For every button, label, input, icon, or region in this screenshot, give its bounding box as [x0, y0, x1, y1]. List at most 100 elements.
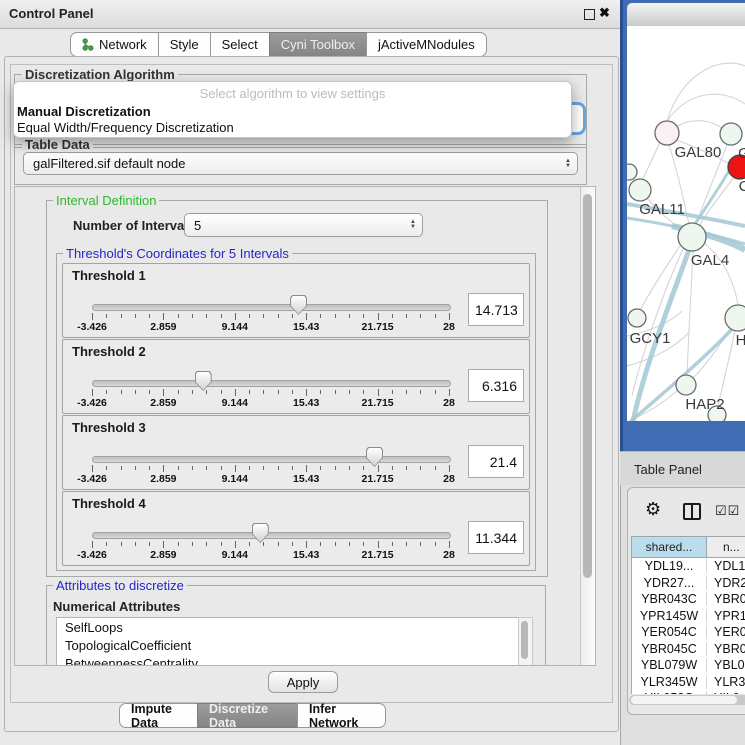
column-header-shared[interactable]: shared... — [631, 536, 707, 558]
apply-button[interactable]: Apply — [268, 671, 338, 693]
slider-tick — [149, 542, 150, 546]
tab-cyni-toolbox[interactable]: Cyni Toolbox — [269, 32, 367, 57]
table-cell: YBR043C — [632, 592, 707, 606]
popup-option-equal-width-frequency[interactable]: Equal Width/Frequency Discretization — [17, 120, 234, 135]
list-item-selfloops[interactable]: SelfLoops — [57, 618, 518, 636]
threshold-4-slider-thumb[interactable] — [252, 523, 269, 543]
numerical-attributes-list[interactable]: SelfLoops TopologicalCoefficient Between… — [56, 617, 519, 666]
table-row[interactable]: YPR145WYPR1 — [632, 608, 745, 625]
node-label-gal11: GAL11 — [639, 201, 685, 218]
slider-tick — [92, 313, 93, 320]
threshold-1-value-input[interactable] — [468, 293, 524, 326]
node-hap2[interactable] — [676, 375, 696, 395]
node-g[interactable] — [720, 123, 742, 145]
threshold-1-slider-track[interactable] — [92, 304, 451, 311]
gear-icon[interactable]: ⚙ — [645, 500, 661, 518]
table-row[interactable]: YIL052CYIL0 — [632, 690, 745, 694]
table-data-combo[interactable]: galFiltered.sif default node ▲▼ — [23, 152, 578, 175]
checkbox-icons[interactable]: ☑☑ — [715, 503, 740, 519]
threshold-3-label: Threshold 3 — [72, 420, 146, 435]
table-row[interactable]: YER054CYER0 — [632, 624, 745, 641]
node-h[interactable] — [725, 305, 745, 331]
table-row[interactable]: YDR27...YDR2 — [632, 575, 745, 592]
tab-style[interactable]: Style — [158, 32, 211, 57]
slider-tick — [192, 314, 193, 318]
slider-tick — [320, 390, 321, 394]
threshold-3-slider-thumb[interactable] — [366, 447, 383, 467]
attributes-list-scrollbar[interactable] — [518, 617, 533, 666]
slider-tick — [278, 466, 279, 470]
table-cell: YPR145W — [632, 609, 707, 623]
table-row[interactable]: YLR345WYLR3 — [632, 674, 745, 691]
slider-tick — [263, 314, 264, 318]
threshold-3-slider-track[interactable] — [92, 456, 451, 463]
slider-tick — [306, 313, 307, 320]
table-row[interactable]: YBR043CYBR0 — [632, 591, 745, 608]
column-header-name[interactable]: n... — [707, 536, 745, 558]
node-label-h: H — [736, 332, 745, 349]
slider-tick — [263, 466, 264, 470]
slider-tick — [106, 390, 107, 394]
settings-vertical-scrollbar[interactable] — [580, 187, 596, 665]
tab-network[interactable]: Network — [70, 32, 159, 57]
node-gcy1[interactable] — [628, 309, 646, 327]
close-icon[interactable]: ✖ — [599, 5, 610, 21]
slider-tick — [163, 389, 164, 396]
node-gal11[interactable] — [629, 179, 651, 201]
threshold-4-value-input[interactable] — [468, 521, 524, 554]
slider-tick-label: 2.859 — [133, 397, 193, 409]
slider-tick — [363, 390, 364, 394]
scrollbar-thumb[interactable] — [631, 696, 737, 704]
slider-tick — [178, 466, 179, 470]
number-of-intervals-combo[interactable]: 5 ▲▼ — [184, 213, 423, 237]
table-row[interactable]: YBR045CYBR0 — [632, 641, 745, 658]
bottom-tab-bar: Impute Data Discretize Data Infer Networ… — [119, 703, 386, 728]
tab-cyni-toolbox-label: Cyni Toolbox — [281, 37, 355, 52]
tab-infer-network-label: Infer Network — [309, 702, 374, 730]
tab-infer-network[interactable]: Infer Network — [297, 703, 386, 728]
network-icon — [82, 38, 94, 51]
threshold-2-slider-track[interactable] — [92, 380, 451, 387]
popup-option-manual-discretization[interactable]: Manual Discretization — [17, 104, 151, 119]
table-cell: YBR0 — [707, 592, 745, 606]
slider-tick — [306, 465, 307, 472]
threshold-3-value-input[interactable] — [468, 445, 524, 478]
table-row[interactable]: YDL19...YDL1 — [632, 558, 745, 575]
slider-tick — [449, 313, 450, 320]
list-item-betweennesscentrality[interactable]: BetweennessCentrality — [57, 654, 518, 666]
slider-tick — [378, 465, 379, 472]
table-row[interactable]: YBL079WYBL0 — [632, 657, 745, 674]
slider-tick — [449, 541, 450, 548]
attributes-group-title: Attributes to discretize — [53, 578, 187, 593]
threshold-3-panel: Threshold 3 -3.4262.8599.14415.4321.7152… — [62, 415, 530, 490]
list-item-topologicalcoefficient[interactable]: TopologicalCoefficient — [57, 636, 518, 654]
table-horizontal-scrollbar[interactable] — [629, 695, 745, 705]
threshold-2-value-input[interactable] — [468, 369, 524, 402]
slider-tick — [263, 390, 264, 394]
node-gal80[interactable] — [655, 121, 679, 145]
slider-tick — [449, 465, 450, 472]
slider-tick — [106, 542, 107, 546]
tab-discretize-data[interactable]: Discretize Data — [197, 703, 298, 728]
tab-impute-data[interactable]: Impute Data — [119, 703, 198, 728]
float-window-icon[interactable] — [584, 9, 595, 20]
network-window-titlebar[interactable] — [627, 3, 745, 27]
node-edge-left[interactable] — [627, 164, 637, 180]
tab-select[interactable]: Select — [210, 32, 270, 57]
scrollbar-thumb[interactable] — [521, 621, 528, 659]
slider-tick — [206, 390, 207, 394]
table-cell: YDL19... — [632, 559, 707, 573]
node-gal4[interactable] — [678, 223, 706, 251]
slider-tick — [449, 389, 450, 396]
threshold-4-slider-track[interactable] — [92, 532, 451, 539]
threshold-2-slider-thumb[interactable] — [195, 371, 212, 391]
tab-select-label: Select — [222, 37, 258, 52]
slider-tick — [249, 542, 250, 546]
threshold-1-slider-thumb[interactable] — [290, 295, 307, 315]
slider-tick — [249, 466, 250, 470]
scrollbar-thumb[interactable] — [583, 194, 592, 578]
split-columns-icon[interactable] — [683, 503, 701, 520]
tab-jactivemnodules[interactable]: jActiveMNodules — [366, 32, 487, 57]
network-view-canvas[interactable]: GAL80 G C GAL11 GAL4 GCY1 H HAP2 — [627, 26, 745, 421]
slider-tick-label: 2.859 — [133, 549, 193, 561]
